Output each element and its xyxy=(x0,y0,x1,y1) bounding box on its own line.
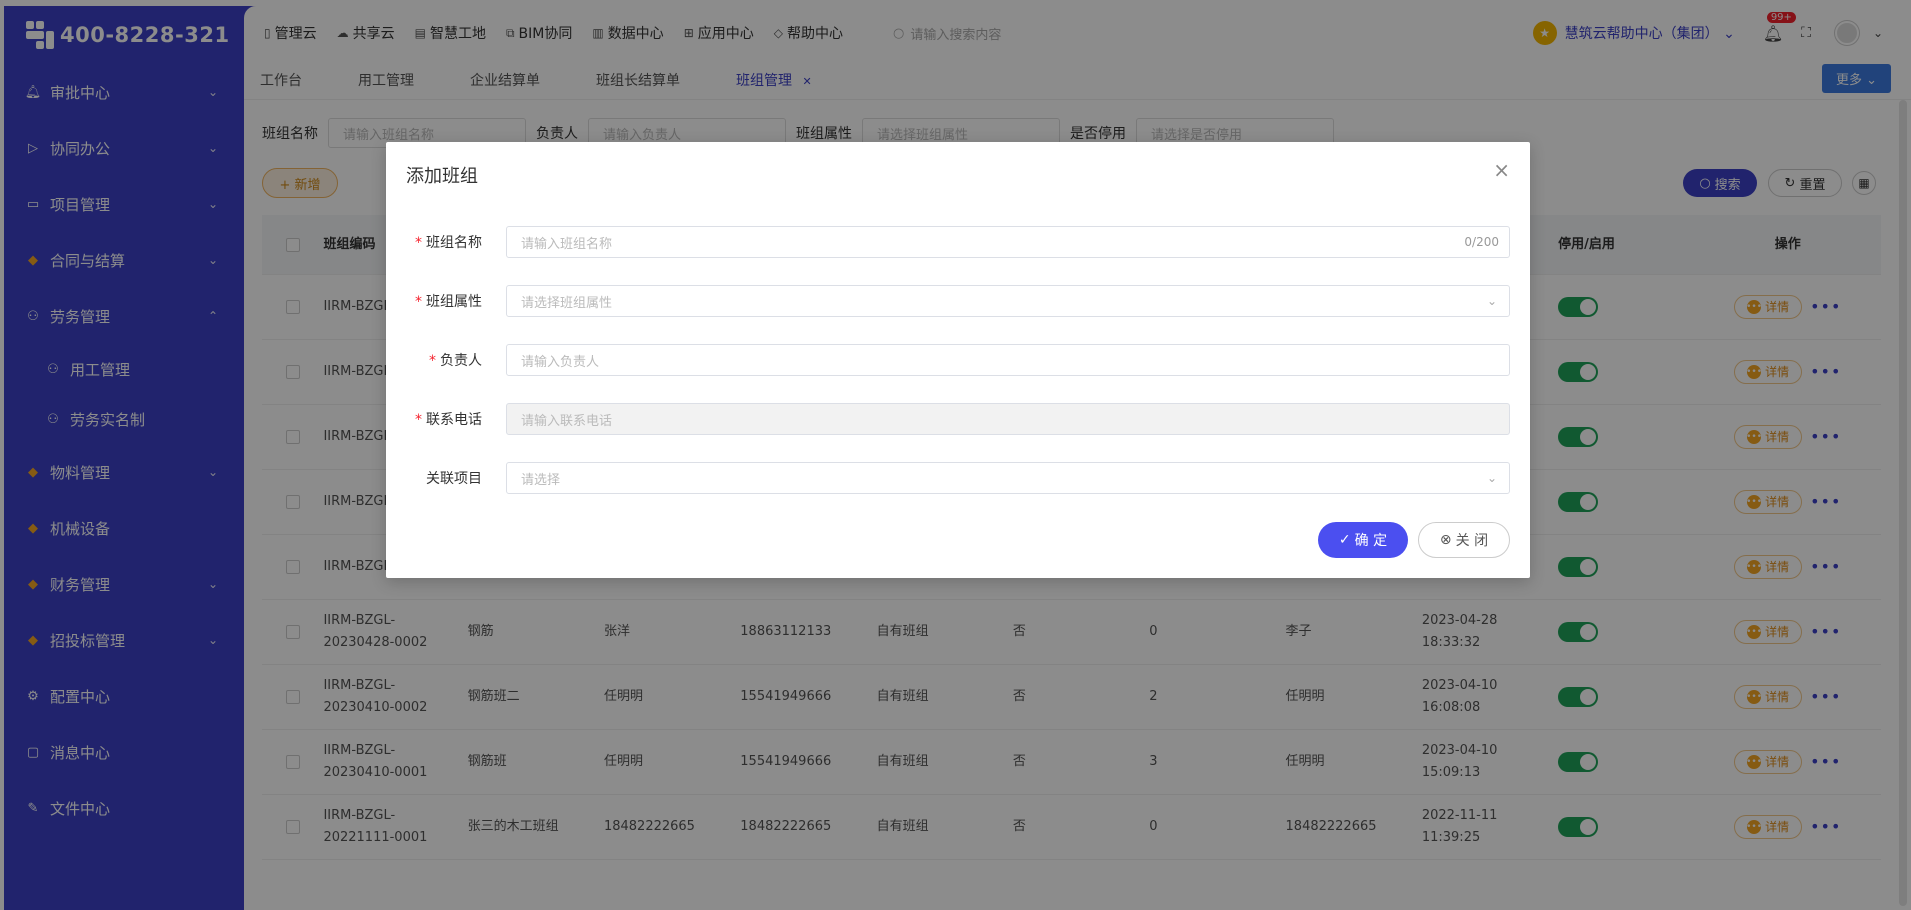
char-count: 0/200 xyxy=(1464,235,1499,249)
team-attr-row: * 班组属性 请选择班组属性 ⌄ xyxy=(386,285,1530,317)
add-team-dialog: 添加班组 × * 班组名称 请输入班组名称 0/200 * 班组属性 请选择班组属性 ⌄… xyxy=(386,142,1530,578)
check-icon: ✓ xyxy=(1338,532,1351,548)
close-circle-icon: ⊗ xyxy=(1439,532,1452,548)
owner-row: * 负责人 请输入负责人 xyxy=(386,344,1530,376)
project-row: 关联项目 请选择 ⌄ xyxy=(386,462,1530,494)
team-name-row: * 班组名称 请输入班组名称 0/200 xyxy=(386,226,1530,258)
chevron-down-icon: ⌄ xyxy=(1486,471,1497,485)
dialog-title: 添加班组 xyxy=(406,166,478,187)
team-attr-select[interactable]: 请选择班组属性 ⌄ xyxy=(506,285,1510,317)
close-icon[interactable]: × xyxy=(1493,158,1510,182)
phone-row: * 联系电话 请输入联系电话 xyxy=(386,403,1530,435)
project-select[interactable]: 请选择 ⌄ xyxy=(506,462,1510,494)
phone-input[interactable]: 请输入联系电话 xyxy=(506,403,1510,435)
close-button[interactable]: ⊗ 关 闭 xyxy=(1418,522,1510,558)
confirm-button[interactable]: ✓ 确 定 xyxy=(1318,522,1408,558)
owner-input[interactable]: 请输入负责人 xyxy=(506,344,1510,376)
team-name-input[interactable]: 请输入班组名称 0/200 xyxy=(506,226,1510,258)
chevron-down-icon: ⌄ xyxy=(1486,294,1497,308)
